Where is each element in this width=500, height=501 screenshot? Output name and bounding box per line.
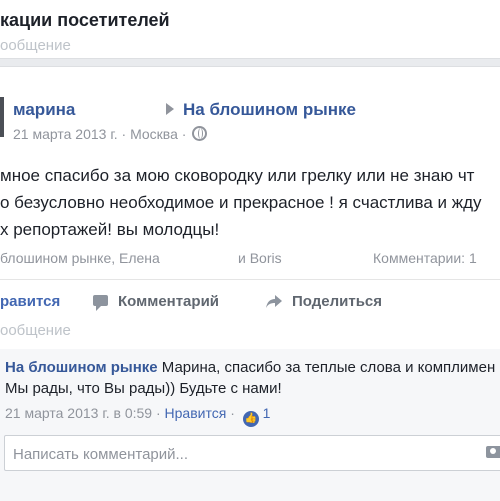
comment: На блошином рынке Марина, спасибо за теп… xyxy=(5,357,500,399)
reactions-row: блошином рынке, Елена и Boris Комментари… xyxy=(0,250,500,270)
meta-separator: · xyxy=(155,405,161,421)
reaction-people[interactable]: блошином рынке, Елена xyxy=(0,250,160,266)
thumbs-up-icon: 👍 xyxy=(242,411,259,427)
section-title: кации посетителей xyxy=(0,10,170,30)
faint-message-label: ообщение xyxy=(0,322,71,339)
share-icon[interactable] xyxy=(266,295,282,309)
arrow-right-icon xyxy=(166,103,174,115)
post-text-line: х репортажей! вы молодцы! xyxy=(0,220,220,239)
post-meta: 21 марта 2013 г. · Москва · xyxy=(13,126,208,142)
comment-meta: 21 марта 2013 г. в 0:59 · Нравится · 👍 1 xyxy=(5,405,270,427)
comment-input-box xyxy=(4,435,500,472)
post-author-link[interactable]: марина xyxy=(13,100,75,120)
globe-icon[interactable] xyxy=(192,126,208,141)
comment-like-link[interactable]: Нравится xyxy=(165,405,227,421)
post-location[interactable]: Москва xyxy=(130,126,178,142)
comments-section: На блошином рынке Марина, спасибо за теп… xyxy=(0,349,500,501)
like-button[interactable]: равится xyxy=(0,293,60,310)
reaction-more[interactable]: и Boris xyxy=(238,250,282,266)
comment-author-link[interactable]: На блошином рынке xyxy=(5,359,158,376)
meta-separator: · xyxy=(121,126,127,142)
post-actions: равится Комментарий Поделиться xyxy=(0,293,500,315)
avatar[interactable] xyxy=(0,97,4,137)
comment-text-line: Мы рады, что Вы рады)) Будьте с нами! xyxy=(5,380,282,397)
post-card: марина На блошином рынке 21 марта 2013 г… xyxy=(0,66,500,501)
comments-count-link[interactable]: Комментарии: 1 xyxy=(373,250,477,266)
divider xyxy=(0,279,500,280)
comment-like-count[interactable]: 1 xyxy=(263,405,271,421)
comment-date[interactable]: 21 марта 2013 г. в 0:59 xyxy=(5,405,152,421)
page-section-header: кации посетителей ообщение xyxy=(0,0,500,59)
post-text: мное спасибо за мою сковородку или грелк… xyxy=(0,162,500,243)
post-text-line: мное спасибо за мою сковородку или грелк… xyxy=(0,166,475,185)
post-date[interactable]: 21 марта 2013 г. xyxy=(13,126,118,142)
comment-button[interactable]: Комментарий xyxy=(118,293,219,310)
target-page-link[interactable]: На блошином рынке xyxy=(183,100,356,120)
comment-text-line: Марина, спасибо за теплые слова и компли… xyxy=(161,359,496,376)
camera-icon[interactable] xyxy=(486,446,500,458)
comment-icon[interactable] xyxy=(93,295,108,311)
meta-separator: · xyxy=(230,405,235,421)
faint-message-label: ообщение xyxy=(0,37,71,54)
comment-input[interactable] xyxy=(11,436,475,472)
meta-separator: · xyxy=(181,126,187,142)
post-text-line: о безусловно необходимое и прекрасное ! … xyxy=(0,193,482,212)
share-button[interactable]: Поделиться xyxy=(292,293,382,310)
